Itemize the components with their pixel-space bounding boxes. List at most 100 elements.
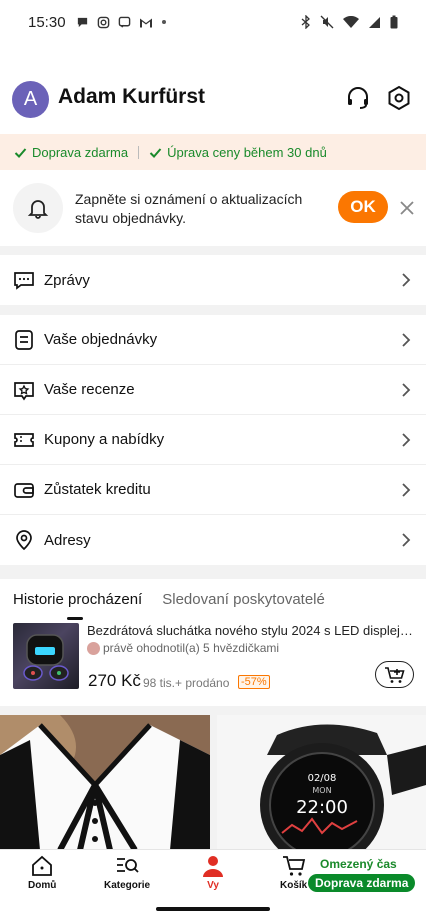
chevron-right-icon — [402, 433, 411, 447]
menu-item-label: Adresy — [44, 531, 91, 549]
settings-icon[interactable] — [386, 85, 412, 111]
limited-time-label: Omezený čas — [320, 857, 397, 871]
menu-group-account: Vaše objednávky Vaše recenze Kupony a na… — [0, 315, 426, 565]
menu-item-label: Kupony a nabídky — [44, 431, 165, 448]
battery-icon — [390, 15, 398, 29]
nav-categories[interactable]: Kategorie — [104, 854, 150, 891]
product-tile-smartwatch[interactable]: 02/08 MON 22:00 — [217, 715, 426, 850]
promo-free-shipping-label: Doprava zdarma — [32, 144, 129, 160]
profile-header: A Adam Kurfürst — [0, 44, 426, 134]
watch-time: 22:00 — [296, 797, 348, 818]
tab-followed-sellers[interactable]: Sledovaní poskytovatelé — [162, 591, 325, 608]
tab-label: Historie procházení — [13, 591, 143, 608]
cart-icon — [282, 856, 305, 876]
orders-icon — [15, 329, 33, 350]
promo-price-adjust: Úprava ceny během 30 dnů — [149, 145, 327, 160]
mute-icon — [320, 15, 334, 29]
active-tab-indicator — [67, 617, 83, 620]
home-icon — [32, 855, 53, 876]
product-thumbnail[interactable] — [13, 623, 79, 689]
coupon-icon — [14, 432, 34, 447]
chevron-right-icon — [402, 273, 411, 287]
person-icon — [203, 856, 223, 877]
promo-price-adjust-label: Úprava ceny během 30 dnů — [167, 144, 327, 160]
watch-day: MON — [312, 786, 331, 795]
tab-label: Sledovaní poskytovatelé — [162, 591, 325, 608]
bell-icon — [27, 200, 49, 219]
nav-cart[interactable]: Košík — [280, 854, 307, 891]
gmail-icon — [139, 18, 152, 27]
menu-item-addresses[interactable]: Adresy — [0, 515, 426, 565]
history-tabs: Historie procházení Sledovaní poskytovat… — [13, 591, 325, 620]
bell-icon-wrapper — [13, 183, 63, 233]
browsing-history-section: Historie procházení Sledovaní poskytovat… — [0, 579, 426, 706]
wifi-icon — [343, 15, 359, 28]
blouse-image — [0, 715, 210, 850]
check-icon — [14, 147, 27, 158]
smartwatch-image: 02/08 MON 22:00 — [217, 715, 426, 850]
notification-prompt-text: Zapněte si oznámení o aktualizacích stav… — [75, 191, 303, 226]
menu-group-messages: Zprávy — [0, 255, 426, 305]
bottom-navigation: Domů Kategorie Vy Košík Omezený čas Dopr… — [0, 849, 426, 899]
menu-item-label: Zprávy — [44, 271, 90, 289]
review-icon — [14, 381, 34, 401]
chevron-right-icon — [402, 483, 411, 497]
menu-item-messages[interactable]: Zprávy — [0, 255, 426, 305]
free-shipping-badge: Doprava zdarma — [308, 874, 416, 892]
menu-item-label: Vaše recenze — [44, 381, 135, 398]
signal-icon — [369, 16, 380, 28]
nav-label: Kategorie — [104, 880, 151, 891]
categories-search-icon — [117, 858, 139, 873]
add-to-cart-button[interactable] — [375, 661, 414, 688]
nav-label: Domů — [28, 880, 57, 891]
notification-prompt: Zapněte si oznámení o aktualizacích stav… — [0, 170, 426, 246]
notification-icons — [76, 16, 167, 29]
home-indicator[interactable] — [156, 907, 270, 911]
chat-icon — [77, 17, 87, 27]
nav-you[interactable]: Vy — [201, 854, 225, 891]
headset-support-icon[interactable] — [345, 85, 371, 111]
review-text: právě ohodnotil(a) 5 hvězdičkami — [103, 641, 280, 655]
nav-label: Košík — [280, 880, 308, 891]
product-sold-count: 98 tis.+ prodáno — [143, 676, 230, 690]
promo-bar: Doprava zdarma Úprava ceny během 30 dnů — [0, 134, 426, 170]
user-name: Adam Kurfürst — [58, 85, 206, 108]
location-pin-icon — [16, 530, 32, 551]
nav-label: Vy — [207, 880, 219, 891]
earbuds-image — [23, 634, 69, 681]
promo-free-shipping: Doprava zdarma — [14, 145, 128, 160]
menu-item-label: Zůstatek kreditu — [44, 481, 151, 498]
discount-badge: -57% — [238, 675, 270, 689]
instagram-icon — [97, 16, 109, 28]
menu-item-coupons[interactable]: Kupony a nabídky — [0, 415, 426, 465]
product-price: 270 Kč — [88, 671, 141, 690]
messenger-icon — [118, 16, 130, 28]
status-bar: 15:30 — [0, 0, 426, 44]
system-icons — [301, 15, 398, 29]
check-icon — [149, 147, 162, 158]
reviewer-avatar — [87, 641, 100, 655]
product-tile-blouse[interactable] — [0, 715, 210, 850]
bluetooth-icon — [301, 15, 310, 29]
watch-date: 02/08 — [308, 773, 337, 784]
chevron-right-icon — [402, 333, 411, 347]
tab-browsing-history[interactable]: Historie procházení — [13, 591, 143, 620]
menu-item-label: Vaše objednávky — [44, 331, 158, 348]
menu-item-orders[interactable]: Vaše objednávky — [0, 315, 426, 365]
dot-icon — [161, 20, 166, 24]
chevron-right-icon — [402, 533, 411, 547]
menu-item-reviews[interactable]: Vaše recenze — [0, 365, 426, 415]
menu-item-credit[interactable]: Zůstatek kreditu — [0, 465, 426, 515]
wallet-icon — [14, 482, 34, 498]
promo-divider — [138, 145, 140, 159]
nav-home[interactable]: Domů — [28, 854, 56, 891]
status-time: 15:30 — [28, 13, 66, 31]
chevron-right-icon — [402, 383, 411, 397]
product-title[interactable]: Bezdrátová sluchátka nového stylu 2024 s… — [87, 623, 417, 638]
close-icon[interactable] — [398, 199, 416, 217]
cart-plus-icon — [384, 666, 405, 683]
message-icon — [14, 272, 34, 290]
product-review-line: právě ohodnotil(a) 5 hvězdičkami — [87, 641, 279, 655]
avatar[interactable]: A — [12, 81, 49, 118]
enable-notifications-button[interactable]: OK — [338, 191, 388, 223]
